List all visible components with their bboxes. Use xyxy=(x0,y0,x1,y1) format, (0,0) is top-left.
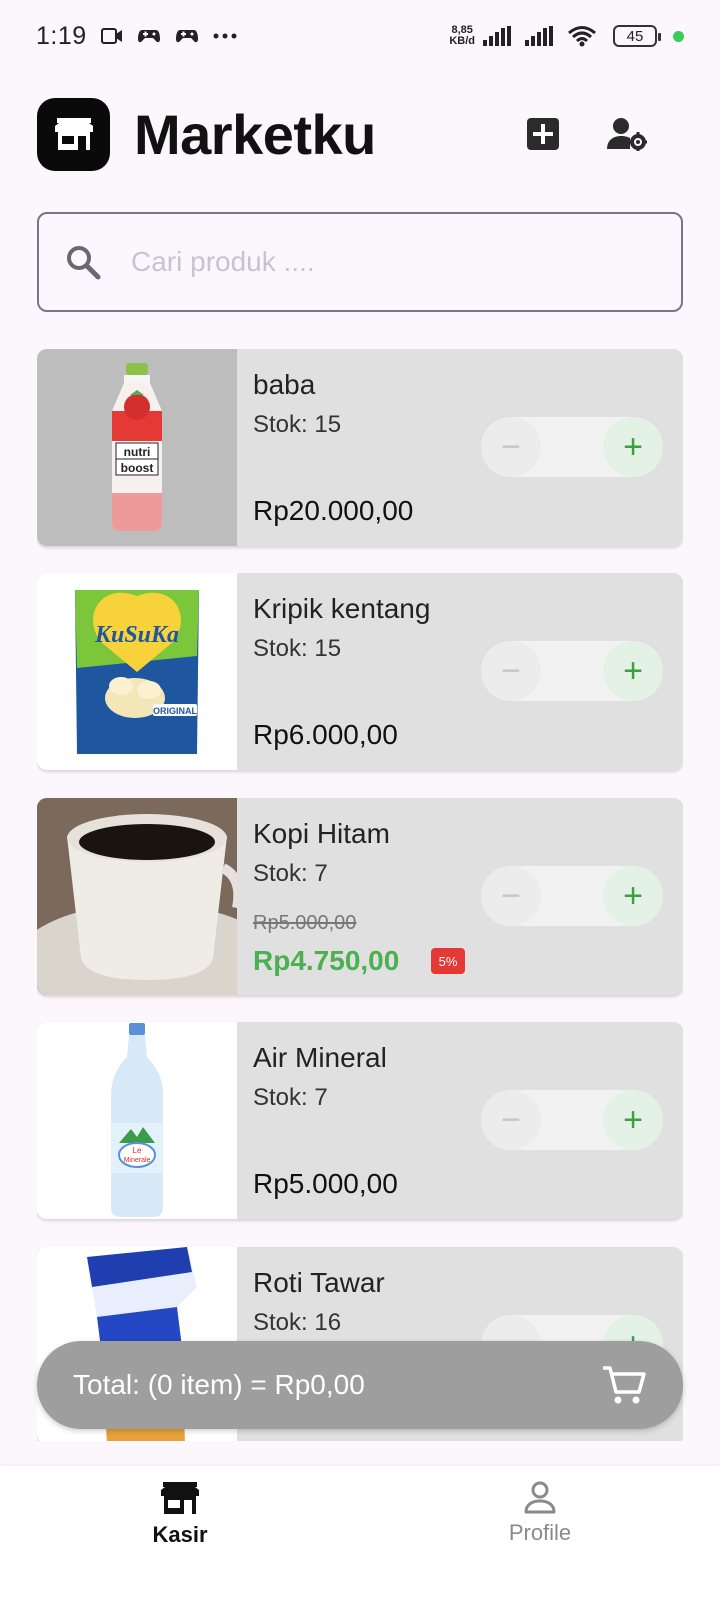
nutriboost-bottle-image: nutri boost xyxy=(112,362,162,531)
decrease-quantity-button[interactable]: − xyxy=(481,417,541,477)
product-name: Kopi Hitam xyxy=(253,818,390,849)
product-stock: Stok: 15 xyxy=(253,635,342,662)
product-list[interactable]: nutri boost baba Stok: 15 Rp20.000,00 − … xyxy=(37,349,683,1441)
product-card-kopi-hitam[interactable]: Kopi Hitam Stok: 7 Rp5.000,00 Rp4.750,00… xyxy=(37,798,683,995)
decrease-quantity-button[interactable]: − xyxy=(481,1090,541,1150)
product-stock: Stok: 7 xyxy=(253,860,328,887)
product-name: Air Mineral xyxy=(253,1042,387,1073)
product-name: Kripik kentang xyxy=(253,593,431,624)
increase-quantity-button[interactable]: + xyxy=(603,641,663,701)
increase-quantity-button[interactable]: + xyxy=(603,866,663,926)
product-stock: Stok: 15 xyxy=(253,411,342,438)
nav-item-profile[interactable]: Profile xyxy=(360,1466,720,1600)
search-box[interactable] xyxy=(37,212,683,312)
decrease-quantity-button[interactable]: − xyxy=(481,866,541,926)
product-original-price: Rp5.000,00 xyxy=(253,912,357,934)
nav-label: Profile xyxy=(508,1520,572,1545)
product-name: baba xyxy=(253,369,316,400)
add-product-button[interactable] xyxy=(515,106,571,162)
cart-icon xyxy=(603,1366,646,1404)
svg-text:Le: Le xyxy=(133,1146,142,1155)
product-image xyxy=(37,798,237,995)
product-price: Rp6.000,00 xyxy=(253,719,398,750)
game-controller-icon xyxy=(175,30,198,43)
svg-text:boost: boost xyxy=(121,461,154,475)
nav-item-kasir[interactable]: Kasir xyxy=(0,1466,360,1600)
discount-badge: 5% xyxy=(431,948,465,974)
quantity-stepper: − + xyxy=(481,641,663,701)
product-stock: Stok: 7 xyxy=(253,1084,328,1111)
decrease-quantity-button[interactable]: − xyxy=(481,641,541,701)
status-time: 1:19 xyxy=(36,21,87,50)
svg-text:nutri: nutri xyxy=(124,445,151,459)
product-price: Rp5.000,00 xyxy=(253,1168,398,1199)
storefront-icon xyxy=(161,1482,199,1514)
quantity-stepper: − + xyxy=(481,1090,663,1150)
network-speed: 8,85 KB/d xyxy=(449,24,475,47)
product-card-kripik-kentang[interactable]: KuSuKa ORIGINAL Kripik kentang Stok: 15 … xyxy=(37,573,683,770)
svg-text:ORIGINAL: ORIGINAL xyxy=(153,706,198,716)
status-bar: 1:19 8,85 KB/d 45 xyxy=(0,0,720,72)
quantity-stepper: − + xyxy=(481,417,663,477)
cart-total-bar[interactable]: Total: (0 item) = Rp0,00 xyxy=(37,1341,683,1429)
game-controller-icon xyxy=(137,30,160,43)
product-price: Rp20.000,00 xyxy=(253,495,414,526)
quantity-stepper: − + xyxy=(481,866,663,926)
battery-icon: 45 xyxy=(613,25,661,47)
product-image: nutri boost xyxy=(37,349,237,546)
app-header: Marketku xyxy=(37,97,683,171)
user-settings-button[interactable] xyxy=(599,106,655,162)
signal-icon xyxy=(483,26,511,46)
person-icon xyxy=(524,1481,556,1514)
app-logo xyxy=(37,97,110,171)
storefront-icon xyxy=(54,118,93,150)
product-image: Le Minerale xyxy=(37,1022,237,1219)
video-icon xyxy=(100,28,122,44)
le-minerale-bottle-image: Le Minerale xyxy=(111,1022,163,1217)
cart-total-text: Total: (0 item) = Rp0,00 xyxy=(73,1369,365,1400)
coffee-cup-image xyxy=(37,798,237,995)
product-card-air-mineral[interactable]: Le Minerale Air Mineral Stok: 7 Rp5.000,… xyxy=(37,1022,683,1219)
add-box-icon xyxy=(527,118,559,150)
user-settings-icon xyxy=(607,118,647,151)
more-icon xyxy=(213,33,237,39)
increase-quantity-button[interactable]: + xyxy=(603,417,663,477)
app-title: Marketku xyxy=(134,102,376,166)
product-stock: Stok: 16 xyxy=(253,1309,342,1336)
bottom-navigation: Kasir Profile xyxy=(0,1466,720,1600)
svg-text:Minerale: Minerale xyxy=(124,1157,151,1164)
search-input[interactable] xyxy=(131,246,611,278)
product-image: KuSuKa ORIGINAL xyxy=(37,573,237,770)
product-card-baba[interactable]: nutri boost baba Stok: 15 Rp20.000,00 − … xyxy=(37,349,683,546)
nav-label: Kasir xyxy=(152,1522,208,1547)
privacy-indicator xyxy=(673,30,684,42)
wifi-icon xyxy=(568,26,596,47)
increase-quantity-button[interactable]: + xyxy=(603,1090,663,1150)
product-discounted-price: Rp4.750,00 xyxy=(253,945,400,976)
kusuka-chips-image: KuSuKa ORIGINAL xyxy=(75,589,199,754)
search-icon xyxy=(67,246,101,280)
product-name: Roti Tawar xyxy=(253,1267,385,1298)
svg-text:KuSuKa: KuSuKa xyxy=(94,622,179,648)
signal-icon xyxy=(525,26,553,46)
